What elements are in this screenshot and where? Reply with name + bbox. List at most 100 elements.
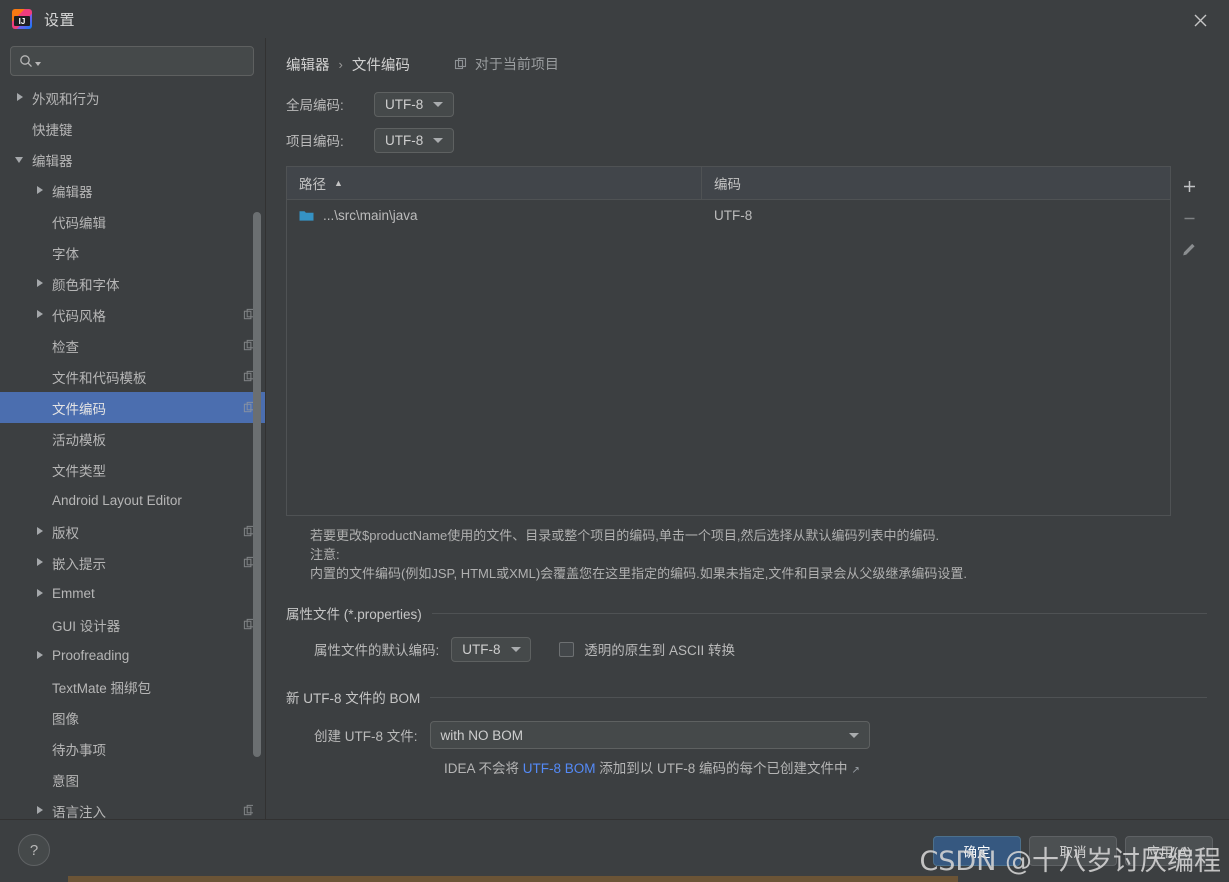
encoding-description: 若要更改$productName使用的文件、目录或整个项目的编码,单击一个项目,… (286, 526, 1207, 583)
sidebar-item-19[interactable]: TextMate 捆绑包 (0, 671, 266, 702)
sidebar-item-7[interactable]: 代码风格 (0, 299, 266, 330)
window-title: 设置 (44, 9, 75, 30)
sidebar-item-0[interactable]: 外观和行为 (0, 82, 266, 113)
pencil-icon (1181, 242, 1197, 258)
global-encoding-combo[interactable]: UTF-8 (374, 92, 454, 117)
tree-spacer (34, 742, 47, 755)
sidebar-item-21[interactable]: 待办事项 (0, 733, 266, 764)
sidebar-item-13[interactable]: Android Layout Editor (0, 485, 266, 516)
settings-tree-scroll: 外观和行为快捷键编辑器编辑器代码编辑字体颜色和字体代码风格检查文件和代码模板文件… (0, 82, 266, 819)
project-encoding-combo[interactable]: UTF-8 (374, 128, 454, 153)
bom-hint-link[interactable]: UTF-8 BOM (523, 761, 596, 776)
tree-spacer (34, 711, 47, 724)
bom-hint-prefix: IDEA 不会将 (444, 761, 523, 776)
sidebar-item-17[interactable]: GUI 设计器 (0, 609, 266, 640)
column-header-encoding[interactable]: 编码 (702, 167, 1170, 199)
chevron-right-icon[interactable] (34, 308, 47, 321)
copy-scope-icon (454, 57, 468, 71)
chevron-right-icon[interactable] (34, 649, 47, 662)
properties-default-encoding-row: 属性文件的默认编码: UTF-8 透明的原生到 ASCII 转换 (286, 631, 1207, 667)
external-link-icon: ↗ (852, 765, 860, 776)
sidebar-item-label: 颜色和字体 (52, 274, 256, 294)
properties-default-encoding-combo[interactable]: UTF-8 (451, 637, 531, 662)
tree-spacer (34, 215, 47, 228)
chevron-down-icon[interactable] (14, 153, 27, 166)
encoding-table: 路径 ▲ 编码 ...\src\main\javaUTF-8 (286, 166, 1171, 516)
sidebar-item-label: 文件编码 (52, 398, 235, 418)
transparent-ascii-checkbox[interactable] (559, 642, 574, 657)
bom-create-combo[interactable]: with NO BOM (430, 721, 870, 749)
column-header-path-label: 路径 (299, 173, 326, 193)
properties-default-encoding-value: UTF-8 (462, 642, 500, 657)
sidebar-item-14[interactable]: 版权 (0, 516, 266, 547)
sidebar-scrollbar-thumb[interactable] (253, 212, 261, 757)
table-row[interactable]: ...\src\main\javaUTF-8 (287, 200, 1170, 230)
sidebar-item-18[interactable]: Proofreading (0, 640, 266, 671)
chevron-right-icon[interactable] (34, 525, 47, 538)
sidebar-item-label: 活动模板 (52, 429, 256, 449)
settings-main-panel: 编辑器 › 文件编码 对于当前项目 全局编码: UTF-8 (266, 38, 1229, 819)
sidebar-item-1[interactable]: 快捷键 (0, 113, 266, 144)
chevron-down-icon (433, 138, 443, 143)
sidebar-item-6[interactable]: 颜色和字体 (0, 268, 266, 299)
sidebar-item-label: GUI 设计器 (52, 615, 235, 635)
bom-create-label: 创建 UTF-8 文件: (314, 725, 418, 745)
chevron-down-icon (511, 647, 521, 652)
settings-dialog: 设置 外观和行为快捷键编辑器编辑器代码编辑字体颜色和字体代码风格检查文件和代码模… (0, 0, 1229, 882)
sidebar-item-22[interactable]: 意图 (0, 764, 266, 795)
chevron-right-icon[interactable] (34, 587, 47, 600)
sidebar-item-label: 编辑器 (52, 181, 256, 201)
sidebar-item-2[interactable]: 编辑器 (0, 144, 266, 175)
search-input[interactable] (41, 53, 245, 70)
breadcrumb-parent[interactable]: 编辑器 (286, 54, 330, 75)
column-header-path[interactable]: 路径 ▲ (287, 167, 702, 199)
sidebar-item-16[interactable]: Emmet (0, 578, 266, 609)
table-body: ...\src\main\javaUTF-8 (287, 200, 1170, 515)
tree-spacer (34, 680, 47, 693)
chevron-right-icon[interactable] (34, 804, 47, 817)
sidebar-item-4[interactable]: 代码编辑 (0, 206, 266, 237)
scope-indicator: 对于当前项目 (454, 54, 559, 74)
sidebar-item-9[interactable]: 文件和代码模板 (0, 361, 266, 392)
sidebar-item-8[interactable]: 检查 (0, 330, 266, 361)
properties-group-divider (432, 613, 1207, 614)
chevron-down-icon (433, 102, 443, 107)
search-box[interactable] (10, 46, 254, 76)
csdn-watermark: CSDN @十八岁讨厌编程 (919, 839, 1221, 878)
chevron-right-icon[interactable] (34, 556, 47, 569)
sidebar-item-20[interactable]: 图像 (0, 702, 266, 733)
chevron-right-icon[interactable] (34, 277, 47, 290)
sidebar-item-11[interactable]: 活动模板 (0, 423, 266, 454)
chevron-right-icon[interactable] (14, 91, 27, 104)
project-encoding-row: 项目编码: UTF-8 (286, 122, 1207, 158)
add-mapping-button[interactable] (1175, 172, 1203, 200)
close-icon[interactable] (1185, 8, 1215, 32)
edit-mapping-button[interactable] (1175, 236, 1203, 264)
sidebar-item-label: 图像 (52, 708, 256, 728)
sidebar-item-label: 意图 (52, 770, 256, 790)
properties-group-title: 属性文件 (*.properties) (286, 603, 432, 623)
sidebar-item-23[interactable]: 语言注入 (0, 795, 266, 819)
bom-hint: IDEA 不会将 UTF-8 BOM 添加到以 UTF-8 编码的每个已创建文件… (286, 757, 1207, 777)
remove-mapping-button[interactable] (1175, 204, 1203, 232)
global-encoding-label: 全局编码: (286, 94, 362, 114)
bom-group-title: 新 UTF-8 文件的 BOM (286, 687, 430, 707)
sidebar-item-10[interactable]: 文件编码 (0, 392, 266, 423)
bom-create-row: 创建 UTF-8 文件: with NO BOM (286, 717, 1207, 753)
sidebar-item-label: 快捷键 (32, 119, 256, 139)
global-encoding-value: UTF-8 (385, 97, 423, 112)
help-button[interactable]: ? (18, 834, 50, 866)
sidebar-item-5[interactable]: 字体 (0, 237, 266, 268)
tree-spacer (34, 246, 47, 259)
tree-spacer (34, 463, 47, 476)
chevron-right-icon[interactable] (34, 184, 47, 197)
sidebar-item-label: 待办事项 (52, 739, 256, 759)
sidebar-item-label: 语言注入 (52, 801, 235, 820)
sidebar-item-label: 嵌入提示 (52, 553, 235, 573)
tree-spacer (34, 339, 47, 352)
sidebar-item-label: 代码风格 (52, 305, 235, 325)
column-header-encoding-label: 编码 (714, 173, 741, 193)
sidebar-item-15[interactable]: 嵌入提示 (0, 547, 266, 578)
sidebar-item-3[interactable]: 编辑器 (0, 175, 266, 206)
sidebar-item-12[interactable]: 文件类型 (0, 454, 266, 485)
